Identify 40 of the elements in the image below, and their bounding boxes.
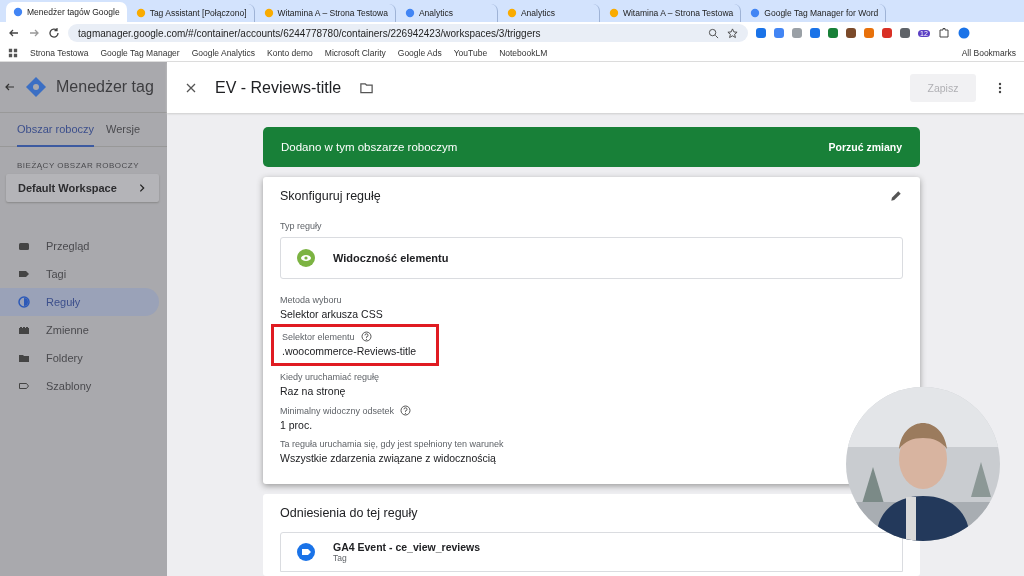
nav-item[interactable]: Przegląd bbox=[0, 232, 159, 260]
field-value: 1 proc. bbox=[280, 419, 314, 431]
nav-item[interactable]: Zmienne bbox=[0, 316, 159, 344]
sidebar-tab[interactable]: Wersje bbox=[106, 112, 141, 147]
workspace-label: BIEŻĄCY OBSZAR ROBOCZY bbox=[17, 161, 140, 170]
workspace-selector[interactable]: Default Workspace bbox=[6, 174, 159, 202]
field-value: .woocommerce-Reviews-title bbox=[282, 345, 417, 357]
nav-item[interactable]: Tagi bbox=[0, 260, 159, 288]
field-value: Raz na stronę bbox=[280, 385, 347, 397]
app-title: Menedżer tag bbox=[56, 78, 154, 96]
address-bar[interactable]: tagmanager.google.com/#/container/accounts/6244778780/containers/226942423/workspaces/3/triggers bbox=[68, 24, 748, 42]
trigger-name[interactable]: EV - Reviews-title bbox=[215, 78, 342, 97]
bookmark[interactable]: Strona Testowa bbox=[30, 47, 89, 58]
browser-tab[interactable]: Menedżer tagów Google bbox=[6, 2, 127, 22]
field-label: Minimalny widoczny odsetek bbox=[280, 405, 395, 416]
bookmark[interactable]: NotebookLM bbox=[499, 47, 548, 58]
nav-item[interactable]: Foldery bbox=[0, 344, 159, 372]
bookmark[interactable]: Google Analytics bbox=[191, 47, 255, 58]
field-value: Selektor arkusza CSS bbox=[280, 308, 383, 320]
trigger-type-box[interactable]: Widoczność elementu bbox=[280, 237, 903, 279]
bookmark[interactable]: Google Ads bbox=[397, 47, 442, 58]
card-heading: Odniesienia do tej reguły bbox=[280, 506, 419, 520]
bookmark[interactable]: YouTube bbox=[453, 47, 488, 58]
bookmark[interactable]: Microsoft Clarity bbox=[324, 47, 386, 58]
nav-item[interactable]: Szablony bbox=[0, 372, 159, 400]
discard-link[interactable]: Porzuć zmiany bbox=[828, 141, 902, 153]
all-bookmarks[interactable]: All Bookmarks bbox=[961, 47, 1016, 58]
field-label: Ta reguła uruchamia się, gdy jest spełniony ten warunek bbox=[280, 439, 504, 449]
field-label: Metoda wyboru bbox=[280, 295, 342, 305]
reference-name: GA4 Event - ce_view_reviews bbox=[333, 541, 481, 553]
bookmark[interactable]: Konto demo bbox=[267, 47, 313, 58]
banner-text: Dodano w tym obszarze roboczym bbox=[281, 141, 458, 153]
card-heading: Skonfiguruj regułę bbox=[280, 189, 381, 203]
reference-item[interactable]: GA4 Event - ce_view_reviews Tag bbox=[280, 532, 903, 572]
field-value: Wszystkie zdarzenia związane z widocznością bbox=[280, 452, 497, 464]
bookmark[interactable]: Google Tag Manager bbox=[100, 47, 180, 58]
field-label: Typ reguły bbox=[280, 221, 323, 231]
field-label: Selektor elementu bbox=[282, 331, 355, 342]
field-label: Kiedy uruchamiać regułę bbox=[280, 372, 380, 382]
reference-type: Tag bbox=[333, 553, 348, 563]
